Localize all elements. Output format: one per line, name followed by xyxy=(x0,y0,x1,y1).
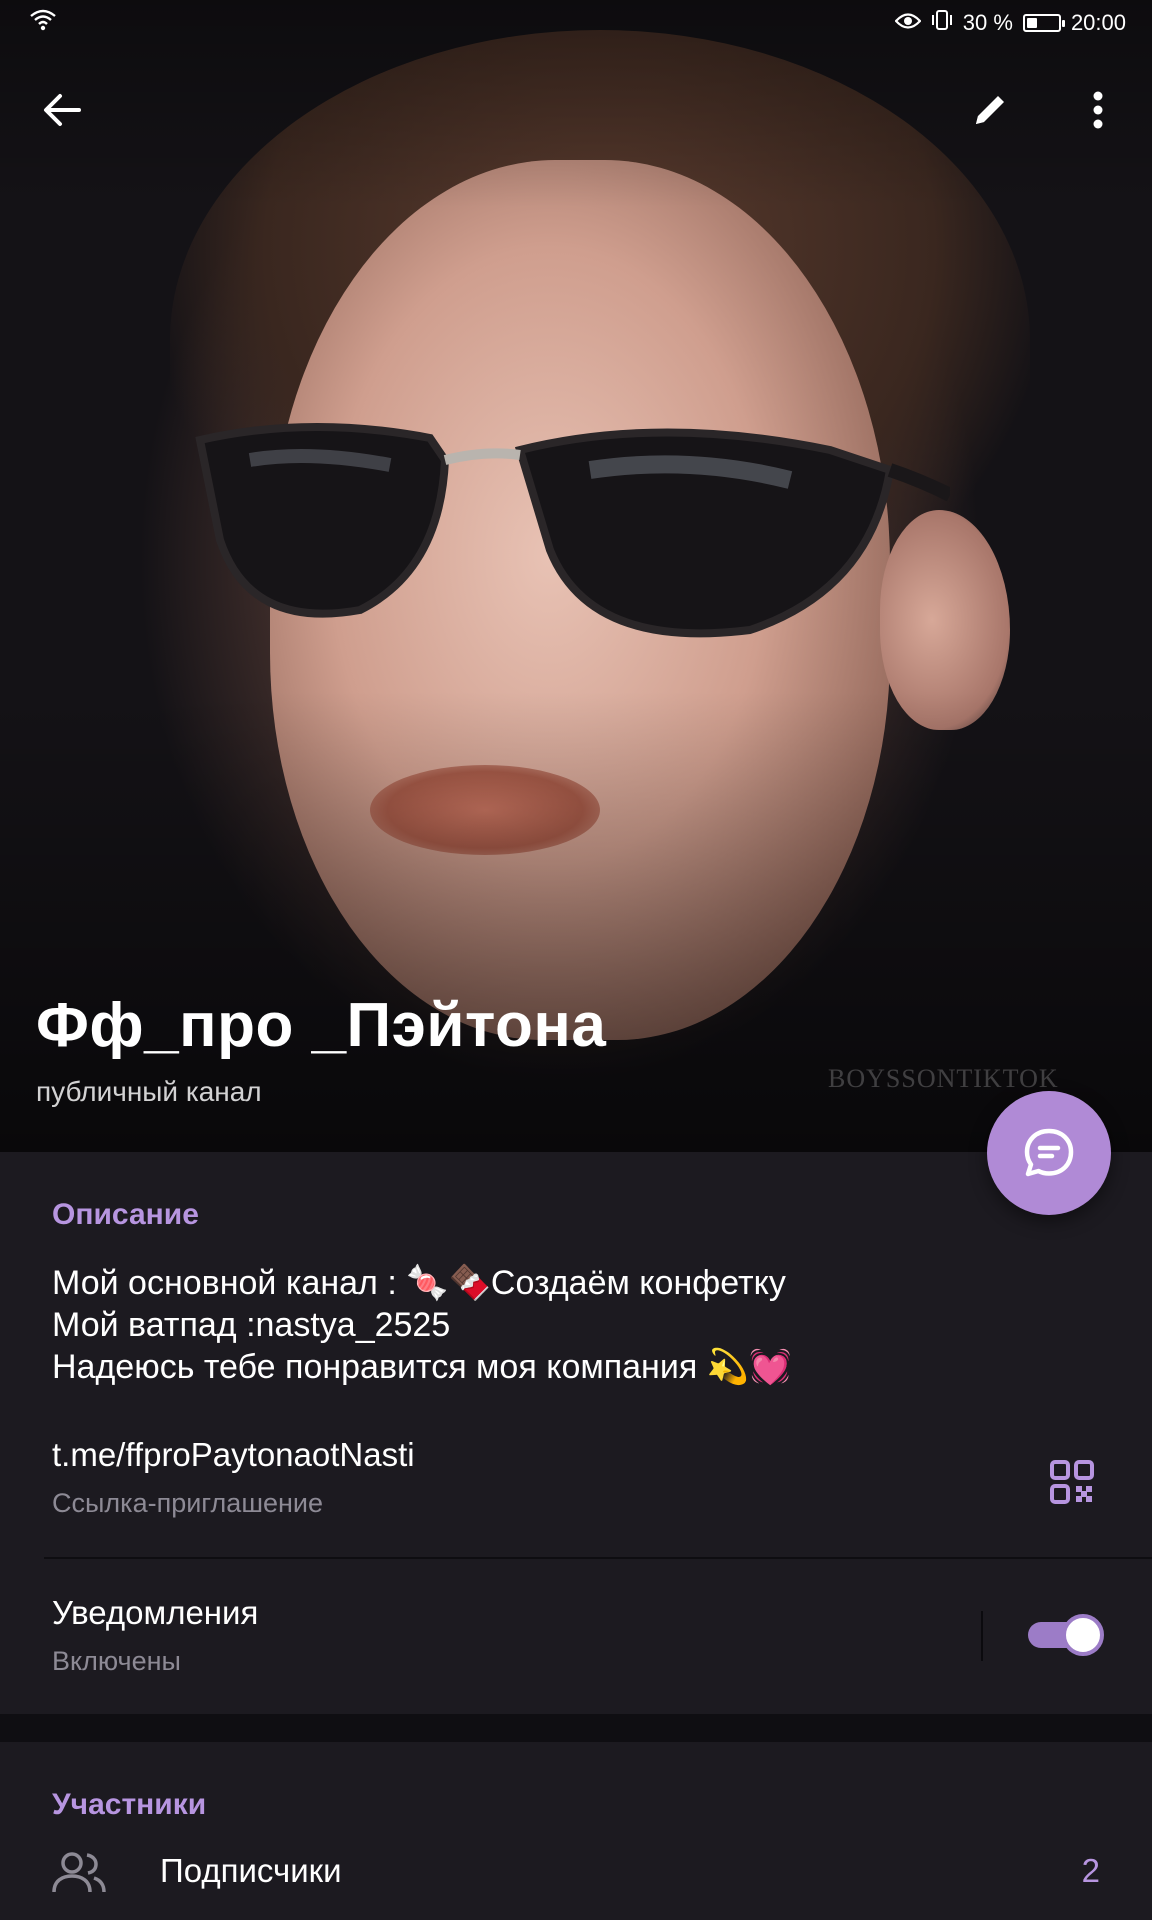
photo-watermark: BOYSSONTIKTOK xyxy=(828,1064,1059,1093)
pencil-icon xyxy=(976,96,1004,124)
invite-link[interactable]: t.me/ffproPaytonaotNasti xyxy=(52,1436,415,1474)
subscribers-label: Подписчики xyxy=(160,1852,342,1889)
notifications-title: Уведомления xyxy=(52,1594,259,1631)
wifi-icon xyxy=(30,9,56,37)
divider xyxy=(44,1557,1152,1559)
photo-shade-overlay xyxy=(0,0,1152,1152)
members-title: Участники xyxy=(52,1788,207,1821)
more-vertical-icon xyxy=(1093,91,1103,129)
description-line: Надеюсь тебе понравится моя компания 💫💓 xyxy=(52,1348,792,1386)
back-button[interactable] xyxy=(30,78,94,142)
description-line: Мой основной канал : 🍬🍫Создаём конфетку xyxy=(52,1264,786,1302)
notifications-row[interactable]: Уведомления Включены xyxy=(52,1594,258,1677)
arrow-left-icon xyxy=(44,94,81,126)
description-title: Описание xyxy=(52,1198,199,1231)
invite-link-row[interactable]: t.me/ffproPaytonaotNasti Ссылка-приглаше… xyxy=(52,1436,415,1519)
qr-code-icon xyxy=(1050,1460,1094,1504)
eye-icon xyxy=(894,10,922,36)
subscribers-row[interactable]: Подписчики 2 xyxy=(0,1852,1152,1920)
more-button[interactable] xyxy=(1066,78,1130,142)
users-icon xyxy=(52,1852,106,1893)
channel-photo[interactable]: BOYSSONTIKTOK xyxy=(0,0,1152,1152)
vertical-separator xyxy=(981,1611,983,1661)
status-bar: 30 % 20:00 xyxy=(0,0,1152,46)
discuss-fab-button[interactable] xyxy=(987,1091,1111,1215)
channel-type: публичный канал xyxy=(36,1076,262,1107)
battery-fill xyxy=(1026,18,1038,28)
channel-name: Фф_про _Пэйтона xyxy=(36,991,607,1060)
chat-bubble-icon xyxy=(1024,1128,1074,1177)
invite-link-caption: Ссылка-приглашение xyxy=(52,1488,324,1518)
notifications-toggle[interactable] xyxy=(1028,1614,1104,1656)
vibrate-icon xyxy=(931,9,953,37)
channel-profile-screen: BOYSSONTIKTOK 30 % 20:00 Фф_про _Пэйтона… xyxy=(0,0,1152,1920)
toggle-knob xyxy=(1062,1614,1104,1656)
battery-icon xyxy=(1022,14,1065,32)
qr-code-button[interactable] xyxy=(1040,1450,1104,1514)
channel-description: Мой основной канал : 🍬🍫Создаём конфетку … xyxy=(52,1262,1052,1388)
section-gap xyxy=(0,1714,1152,1742)
status-right: 30 % 20:00 xyxy=(894,9,1126,37)
battery-percent: 30 % xyxy=(962,10,1013,35)
subscribers-count: 2 xyxy=(1081,1852,1100,1889)
description-line: Мой ватпад :nastya_2525 xyxy=(52,1306,451,1344)
edit-button[interactable] xyxy=(958,78,1022,142)
status-time: 20:00 xyxy=(1070,10,1126,35)
notifications-state: Включены xyxy=(52,1646,181,1676)
